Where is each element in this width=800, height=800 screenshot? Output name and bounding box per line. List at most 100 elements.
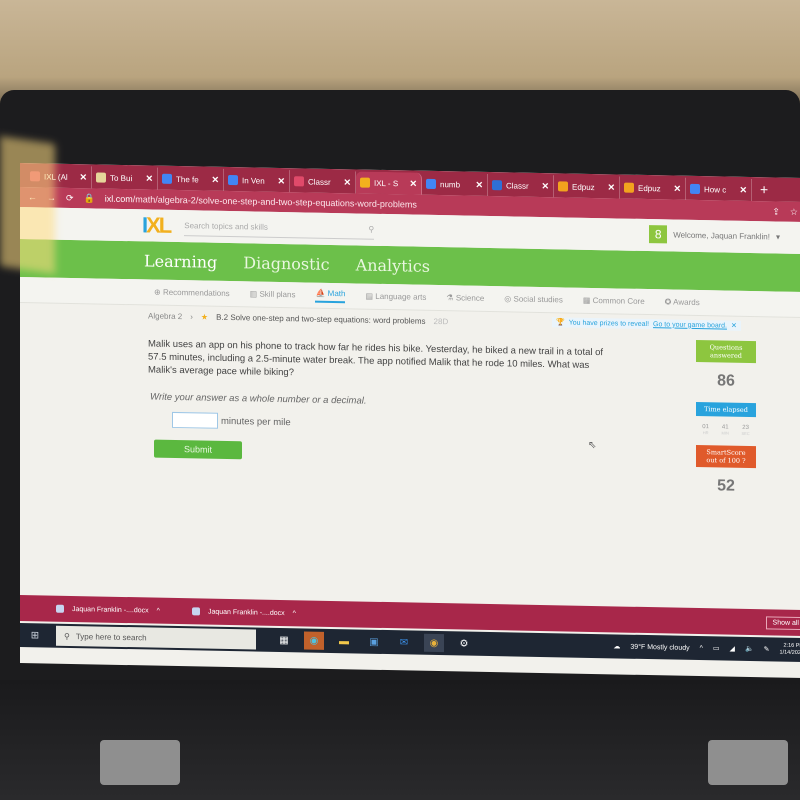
share-icon[interactable]: ⇪ [772, 206, 780, 217]
subnav-icon: ⚗ [446, 293, 454, 303]
subnav-recommendations[interactable]: ⊕ Recommendations [154, 288, 230, 298]
tab-title: In Ven [242, 175, 265, 186]
subnav-math[interactable]: ⛵ Math [315, 288, 346, 303]
reload-icon[interactable]: ⟳ [66, 192, 74, 203]
download-item[interactable]: Jaquan Franklin -....docx ^ [191, 607, 296, 617]
chrome-icon[interactable]: ◉ [424, 633, 444, 653]
favicon-icon [624, 182, 634, 193]
chevron-up-icon[interactable]: ^ [157, 607, 160, 614]
search-icon: ⚲ [64, 631, 70, 641]
subnav-icon: ⛵ [315, 288, 326, 298]
volume-icon[interactable]: 🔈 [745, 645, 754, 653]
star-icon: ★ [200, 311, 209, 322]
download-item[interactable]: Jaquan Franklin -....docx ^ [56, 604, 160, 615]
subnav-icon: ▦ [582, 295, 591, 305]
light-glare [0, 136, 55, 274]
subnav-awards[interactable]: ✪ Awards [665, 297, 700, 307]
favicon-icon [492, 180, 502, 191]
word-doc-icon [191, 607, 200, 616]
browser-tab[interactable]: numb ✕ [422, 172, 488, 196]
close-tab-icon[interactable]: ✕ [739, 184, 747, 195]
close-icon[interactable]: ✕ [731, 322, 737, 330]
bookmark-star-icon[interactable]: ☆ [790, 206, 798, 217]
edge-icon[interactable]: ◉ [304, 631, 324, 650]
submit-button[interactable]: Submit [154, 439, 242, 460]
time-elapsed: 01 HR 41 MIN 23 SEC [696, 424, 756, 436]
close-tab-icon[interactable]: ✕ [475, 179, 483, 190]
word-doc-icon [56, 604, 64, 613]
taskbar-search[interactable]: ⚲ Type here to search [56, 625, 256, 650]
question-area: Malik uses an app on his phone to track … [20, 323, 800, 538]
search-icon[interactable]: ⚲ [368, 225, 374, 234]
show-all-button[interactable]: Show all [765, 615, 800, 630]
wifi-icon[interactable]: ◢ [730, 645, 735, 653]
chevron-right-icon: › [190, 311, 193, 321]
browser-tab[interactable]: The fe ✕ [158, 167, 224, 191]
subnav-icon: ▥ [249, 289, 258, 299]
smartscore-label: SmartScore out of 100 ? [696, 444, 756, 469]
browser-tab[interactable]: To Bui ✕ [92, 166, 158, 190]
favicon-icon [690, 183, 700, 195]
welcome-text: Welcome, Jaquan Franklin! [673, 230, 770, 241]
favicon-icon [294, 176, 304, 187]
nav-diagnostic[interactable]: Diagnostic [243, 253, 329, 274]
browser-tab[interactable]: Edpuz ✕ [554, 175, 620, 199]
chevron-up-icon[interactable]: ^ [293, 610, 296, 617]
url-text[interactable]: ixl.com/math/algebra-2/solve-one-step-an… [105, 194, 417, 210]
subnav-social-studies[interactable]: ◎ Social studies [504, 294, 563, 304]
close-tab-icon[interactable]: ✕ [673, 183, 681, 194]
browser-tab[interactable]: Classr ✕ [488, 173, 554, 198]
battery-icon[interactable]: ▭ [713, 644, 720, 652]
close-tab-icon[interactable]: ✕ [211, 174, 219, 185]
file-explorer-icon[interactable]: ▬ [334, 632, 354, 650]
store-icon[interactable]: ▣ [364, 633, 384, 651]
mail-icon[interactable]: ✉ [394, 633, 414, 651]
favicon-icon [426, 178, 436, 189]
subnav-icon: ⊕ [154, 287, 161, 297]
subnav-language-arts[interactable]: ▤ Language arts [365, 292, 426, 302]
smartscore-value: 52 [717, 477, 735, 495]
windows-start-icon[interactable]: ⊞ [20, 630, 50, 642]
browser-tab[interactable]: How c ✕ [686, 177, 752, 202]
favicon-icon [228, 174, 238, 186]
favicon-icon [96, 172, 106, 183]
questions-answered-value: 86 [717, 372, 735, 390]
new-tab-button[interactable]: + [752, 181, 776, 201]
subnav-skill-plans[interactable]: ▥ Skill plans [250, 289, 296, 299]
question-instruction: Write your answer as a whole number or a… [150, 391, 367, 407]
close-tab-icon[interactable]: ✕ [79, 172, 87, 183]
browser-tab[interactable]: Classr ✕ [290, 170, 356, 194]
browser-tab[interactable]: Edpuz ✕ [620, 176, 686, 200]
close-tab-icon[interactable]: ✕ [145, 173, 153, 184]
subnav-science[interactable]: ⚗ Science [446, 293, 484, 303]
answer-unit: minutes per mile [221, 415, 291, 428]
nav-learning[interactable]: Learning [144, 251, 217, 271]
browser-tab[interactable]: IXL - S ✕ [356, 171, 422, 195]
close-tab-icon[interactable]: ✕ [277, 175, 285, 186]
weather-cloud-icon: ☁ [613, 643, 621, 651]
breadcrumb-course[interactable]: Algebra 2 [148, 311, 182, 321]
trophy-icon: 🏆 [556, 319, 565, 327]
help-icon[interactable]: ? [742, 457, 746, 465]
close-tab-icon[interactable]: ✕ [541, 181, 549, 192]
chevron-up-icon[interactable]: ^ [700, 645, 703, 652]
close-tab-icon[interactable]: ✕ [607, 182, 615, 193]
close-tab-icon[interactable]: ✕ [409, 178, 417, 189]
subnav-common-core[interactable]: ▦ Common Core [583, 296, 645, 306]
weather-text[interactable]: 39°F Mostly cloudy [630, 643, 689, 651]
time-elapsed-label: Time elapsed [696, 401, 756, 418]
close-tab-icon[interactable]: ✕ [343, 177, 351, 188]
ixl-search-input[interactable]: Search topics and skills ⚲ [184, 216, 375, 240]
settings-gear-icon[interactable]: ⚙ [454, 634, 474, 652]
game-board-link[interactable]: Go to your game board. [653, 321, 727, 329]
user-menu[interactable]: 8 Welcome, Jaquan Franklin! ▾ [649, 225, 780, 246]
clock[interactable]: 2:16 PM 1/14/2022 [780, 643, 800, 657]
subnav-icon: ▤ [365, 291, 374, 301]
browser-tab[interactable]: In Ven ✕ [224, 168, 290, 193]
nav-analytics[interactable]: Analytics [356, 255, 430, 275]
ixl-logo[interactable]: IXL [142, 212, 170, 239]
pen-icon[interactable]: ✎ [764, 645, 770, 653]
task-view-icon[interactable]: ▦ [274, 631, 294, 649]
subnav-icon: ✪ [664, 297, 672, 307]
answer-input[interactable] [172, 411, 218, 429]
